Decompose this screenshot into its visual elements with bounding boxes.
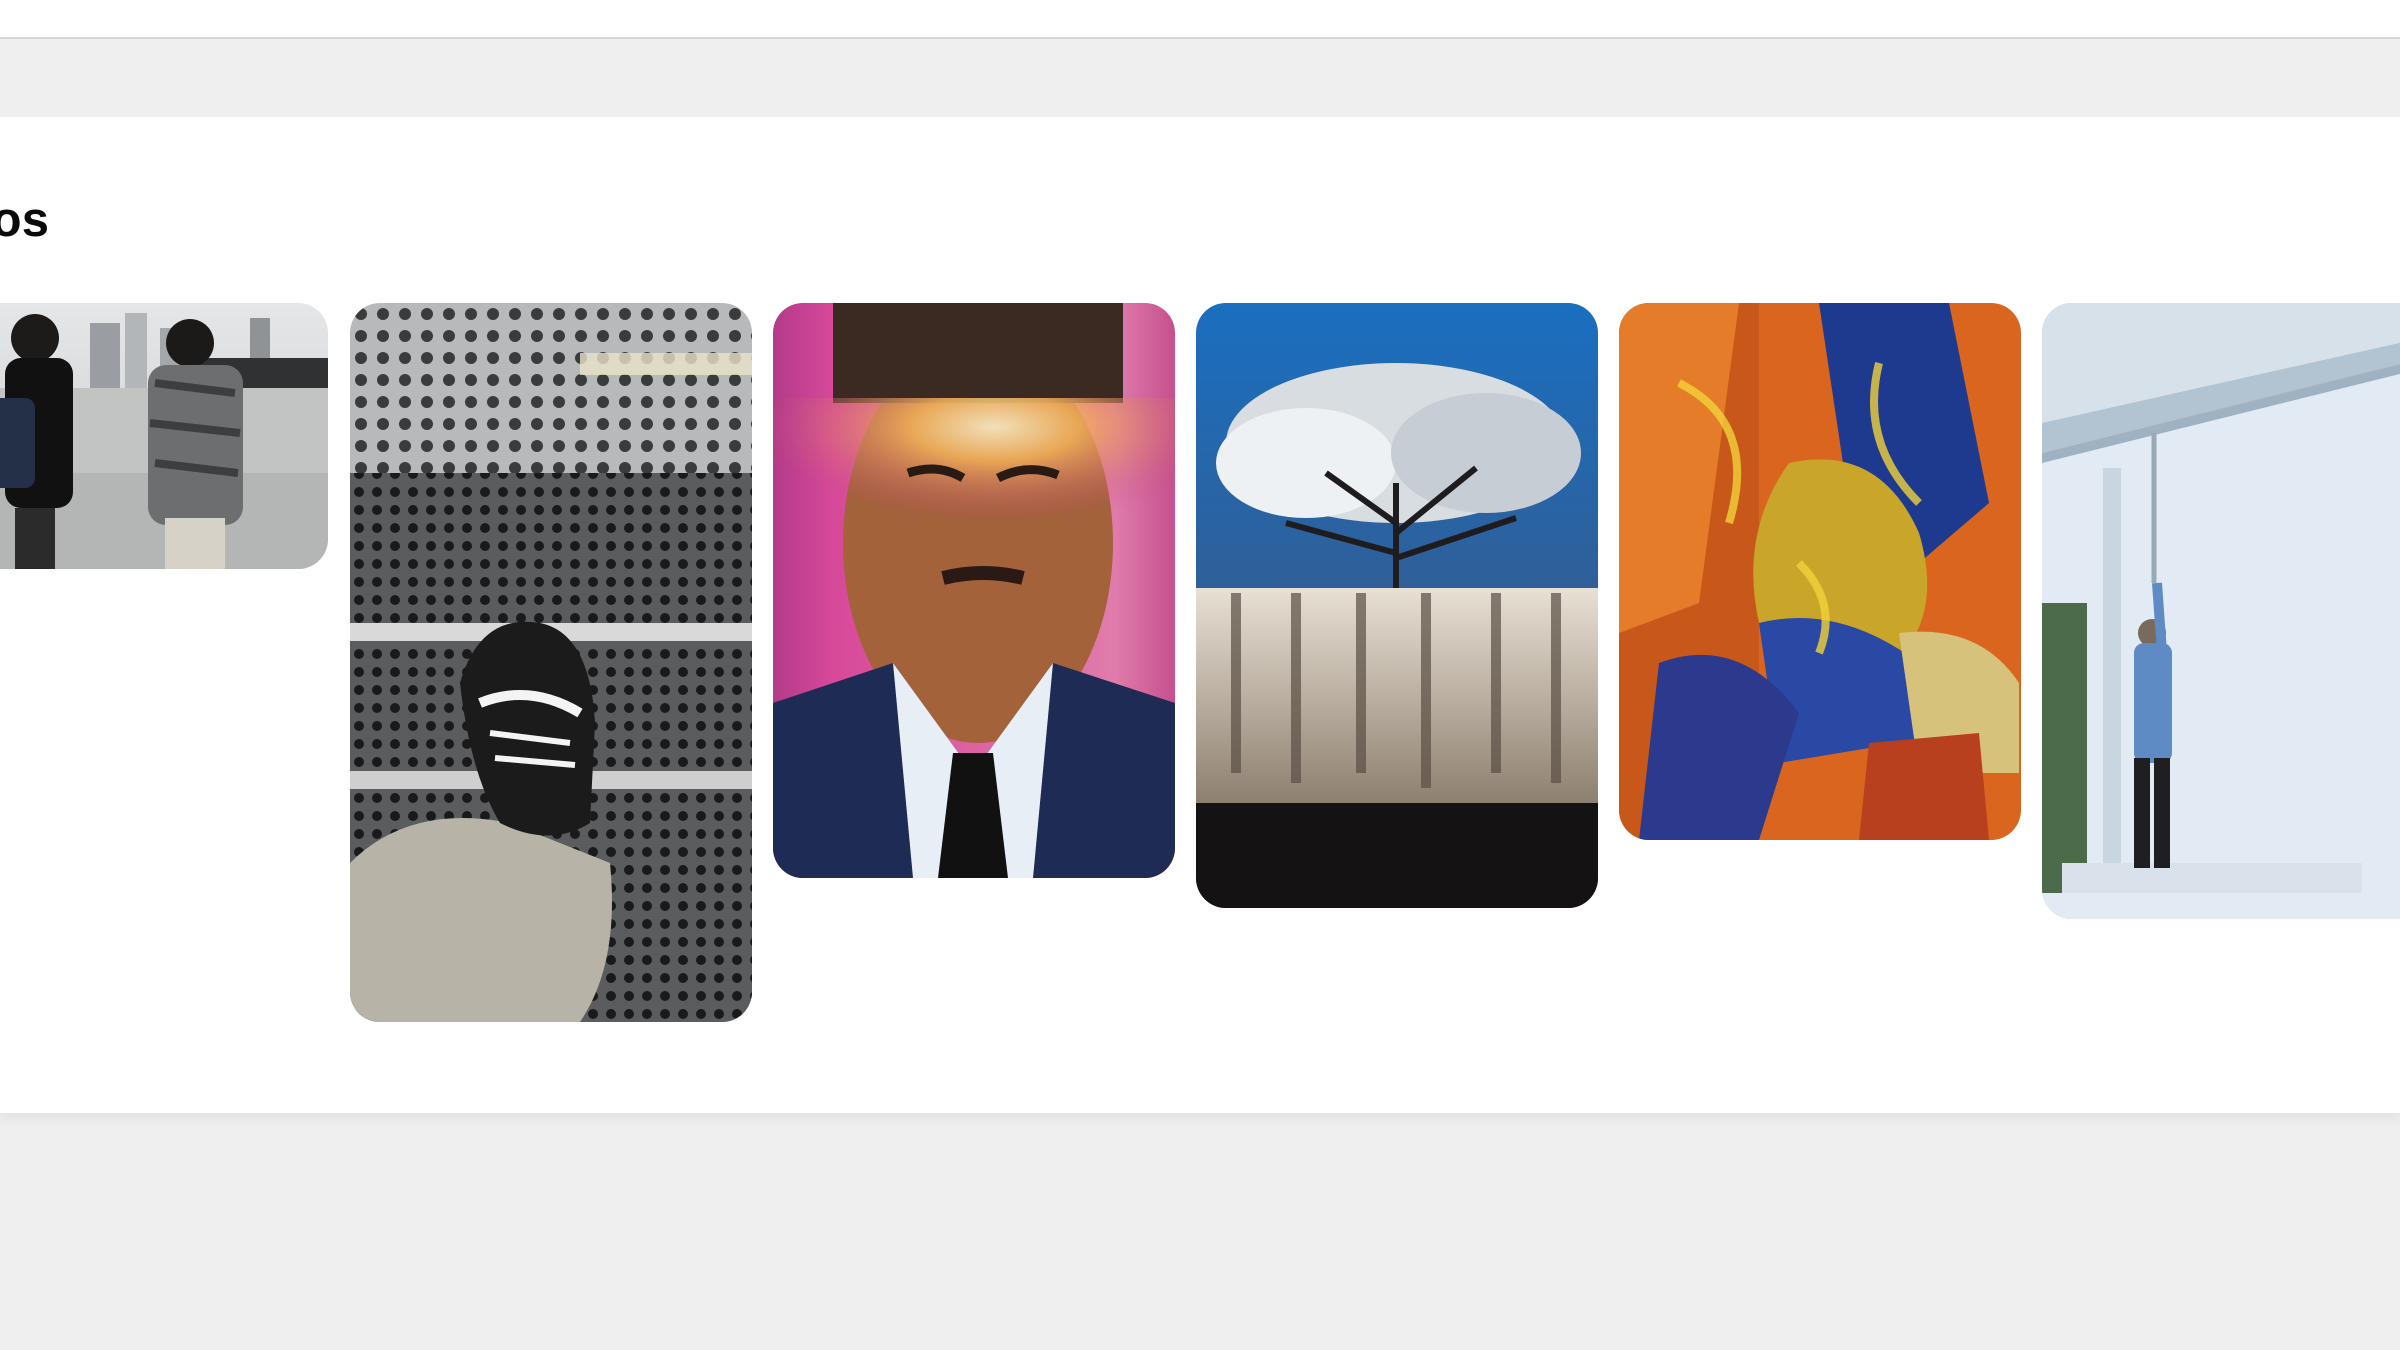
header-band <box>0 39 2400 117</box>
photo-blossom-tree-and-curtains-icon <box>1196 303 1598 908</box>
photo-sneaker-perforated-steps-icon <box>350 303 752 1022</box>
section-title: otos <box>0 193 50 247</box>
top-bar <box>0 0 2400 39</box>
photo-card[interactable] <box>350 303 752 1022</box>
photo-card[interactable] <box>773 303 1175 878</box>
photo-abstract-painting-icon <box>1619 303 2021 840</box>
photo-man-painting-wall-icon <box>2042 303 2400 919</box>
photo-card[interactable] <box>1196 303 1598 908</box>
photo-card[interactable] <box>2042 303 2400 919</box>
photo-card[interactable] <box>0 303 328 569</box>
photo-card[interactable] <box>1619 303 2021 840</box>
photo-man-portrait-light-leak-icon <box>773 303 1175 878</box>
photo-two-men-city-plaza-icon <box>0 303 328 569</box>
